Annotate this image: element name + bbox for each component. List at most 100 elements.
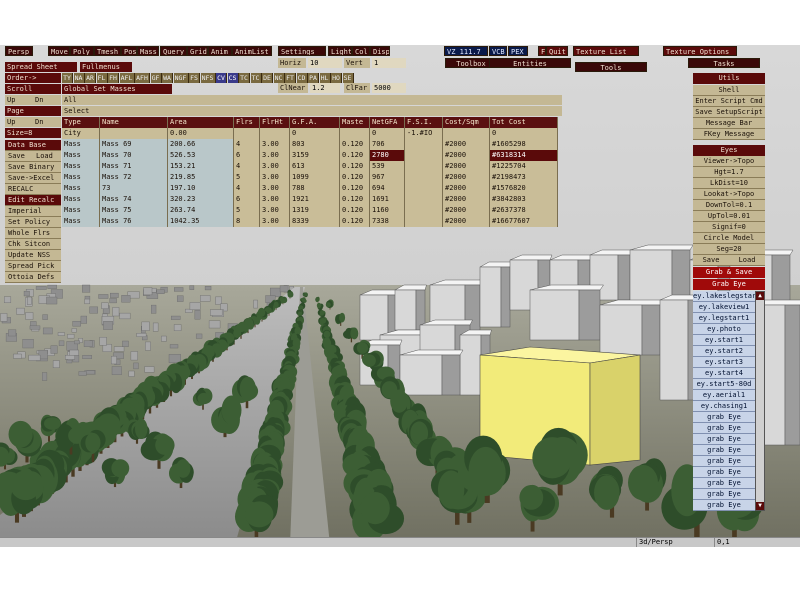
table-cell[interactable]: 3.00 (260, 205, 290, 216)
eye-list-item[interactable]: ey.lakeview1 (693, 302, 755, 313)
table-cell[interactable]: #2000 (443, 205, 490, 216)
menu-item-poly[interactable]: Poly (70, 46, 94, 56)
menu-item-tmesh[interactable]: Tmesh (94, 46, 121, 56)
column-header-f-s-i-[interactable]: F.S.I. (405, 117, 443, 128)
table-cell[interactable]: 8339 (290, 216, 340, 227)
table-cell[interactable]: #2000 (443, 194, 490, 205)
column-toggle-fs[interactable]: FS (189, 73, 200, 83)
right-panel-shell[interactable]: Shell (693, 85, 765, 96)
column-toggle-fl[interactable]: FL (96, 73, 108, 83)
eye-list-item[interactable]: ey.start4 (693, 368, 755, 379)
table-cell[interactable] (405, 216, 443, 227)
table-cell[interactable]: 219.85 (168, 172, 234, 183)
eye-list-item[interactable]: grab Eye (693, 489, 755, 500)
left-button-load[interactable]: Load (33, 151, 61, 162)
vcb-button[interactable]: VCB (489, 46, 507, 56)
table-cell[interactable]: 0.120 (340, 139, 370, 150)
table-cell[interactable]: 706 (370, 139, 405, 150)
table-cell[interactable]: 4 (234, 161, 260, 172)
eye-list-item[interactable]: grab Eye (693, 412, 755, 423)
column-toggle-gf[interactable]: GF (150, 73, 162, 83)
table-cell[interactable]: Mass (62, 161, 100, 172)
right-panel-lkdist[interactable]: LkDist=10 (693, 178, 765, 189)
page-dn-button[interactable]: Dn (33, 117, 61, 127)
table-cell[interactable]: 153.21 (168, 161, 234, 172)
left-button-set-policy[interactable]: Set Policy (5, 217, 61, 228)
table-cell[interactable]: Mass 70 (100, 150, 168, 161)
table-cell[interactable]: 5 (234, 205, 260, 216)
table-cell[interactable]: 967 (370, 172, 405, 183)
eye-list-item[interactable]: grab Eye (693, 500, 755, 511)
column-toggle-pa[interactable]: PA (308, 73, 319, 83)
column-header-netgfa[interactable]: NetGFA (370, 117, 405, 128)
table-cell[interactable]: #2198473 (490, 172, 558, 183)
grab-eye-button[interactable]: Grab Eye (693, 279, 765, 290)
table-cell[interactable]: Mass (62, 205, 100, 216)
table-cell[interactable] (100, 128, 168, 139)
table-cell[interactable]: 4 (234, 183, 260, 194)
table-cell[interactable]: 0 (290, 128, 340, 139)
table-cell[interactable]: 3.00 (260, 161, 290, 172)
entities-button[interactable]: Entities (489, 58, 571, 68)
right-panel-message-bar[interactable]: Message Bar (693, 118, 765, 129)
table-cell[interactable]: 1099 (290, 172, 340, 183)
table-cell[interactable]: #2000 (443, 139, 490, 150)
column-header-type[interactable]: Type (62, 117, 100, 128)
table-cell[interactable]: 8 (234, 216, 260, 227)
table-cell[interactable]: 263.74 (168, 205, 234, 216)
table-cell[interactable]: Mass 69 (100, 139, 168, 150)
column-toggle-wa[interactable]: WA (162, 73, 173, 83)
page-up-button[interactable]: Up (5, 117, 33, 127)
column-header-tot-cost[interactable]: Tot Cost (490, 117, 558, 128)
scroll-down-icon[interactable]: ▼ (756, 502, 764, 510)
eye-list-item[interactable]: grab Eye (693, 456, 755, 467)
column-header-name[interactable]: Name (100, 117, 168, 128)
column-toggle-ar[interactable]: AR (85, 73, 96, 83)
menu-item-grid[interactable]: Grid (187, 46, 208, 56)
table-cell[interactable]: 7338 (370, 216, 405, 227)
right-panel-viewer-topo[interactable]: Viewer->Topo (693, 156, 765, 167)
menu-item-col[interactable]: Col (352, 46, 370, 56)
column-toggle-fh[interactable]: FH (108, 73, 119, 83)
eye-list-item[interactable]: grab Eye (693, 467, 755, 478)
all-row[interactable]: All (62, 95, 562, 105)
table-cell[interactable]: #1576820 (490, 183, 558, 194)
column-toggle-se[interactable]: SE (342, 73, 354, 83)
table-cell[interactable]: #2000 (443, 161, 490, 172)
table-cell[interactable]: 3159 (290, 150, 340, 161)
column-toggle-tc[interactable]: TC (239, 73, 250, 83)
horiz-value[interactable]: 10 (308, 58, 342, 68)
table-cell[interactable] (405, 205, 443, 216)
table-cell[interactable]: 2780 (370, 150, 405, 161)
tools-button[interactable]: Tools (575, 62, 647, 72)
table-cell[interactable]: 6 (234, 194, 260, 205)
table-cell[interactable]: 788 (290, 183, 340, 194)
left-button-save-binary[interactable]: Save Binary (5, 162, 61, 173)
table-cell[interactable]: 0.120 (340, 150, 370, 161)
table-cell[interactable] (405, 183, 443, 194)
menu-item-disp[interactable]: Disp (370, 46, 390, 56)
table-cell[interactable]: 1160 (370, 205, 405, 216)
column-toggle-cd[interactable]: CD (296, 73, 308, 83)
eye-list-item[interactable]: ey.chasing1 (693, 401, 755, 412)
table-cell[interactable]: #2000 (443, 150, 490, 161)
column-toggle-ngf[interactable]: NGF (173, 73, 189, 83)
right-panel-save-setup[interactable]: Save SetupScript (693, 107, 765, 118)
texture-list-button[interactable]: Texture List (573, 46, 639, 56)
left-button-ottoia-defs[interactable]: Ottoia Defs (5, 272, 61, 283)
table-cell[interactable]: #6318314 (490, 150, 558, 161)
grab-save-button[interactable]: Grab & Save (693, 267, 765, 278)
table-cell[interactable]: 0.120 (340, 194, 370, 205)
spreadsheet-title[interactable]: Spread Sheet (5, 62, 77, 72)
table-cell[interactable]: #2000 (443, 172, 490, 183)
table-cell[interactable]: 3.00 (260, 150, 290, 161)
eye-list-item[interactable]: ey.legstart1 (693, 313, 755, 324)
quit-button[interactable]: Quit (546, 46, 568, 56)
right-panel-utils[interactable]: Utils (693, 73, 765, 84)
column-toggle-afl[interactable]: AFL (119, 73, 135, 83)
table-cell[interactable]: 526.53 (168, 150, 234, 161)
table-cell[interactable]: 4 (234, 139, 260, 150)
right-panel-lookat-topo[interactable]: Lookat->Topo (693, 189, 765, 200)
table-cell[interactable]: 0.120 (340, 161, 370, 172)
table-cell[interactable]: -1.#IO (405, 128, 443, 139)
